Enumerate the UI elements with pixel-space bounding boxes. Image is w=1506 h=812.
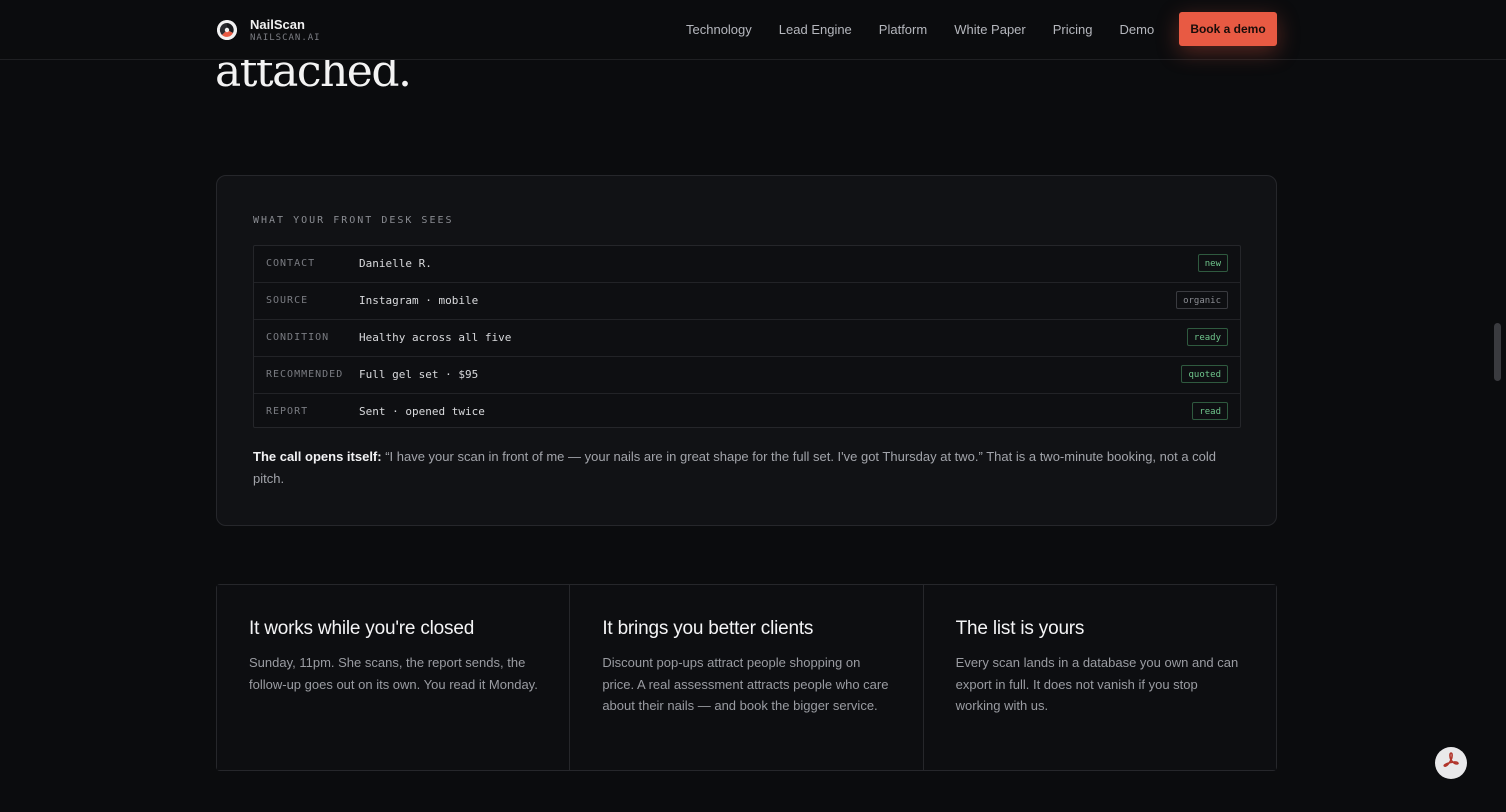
call-quote: The call opens itself: “I have your scan… xyxy=(253,446,1233,490)
pdf-button[interactable] xyxy=(1435,747,1467,779)
nav-link-lead-engine[interactable]: Lead Engine xyxy=(779,22,852,37)
feature-title: It works while you're closed xyxy=(249,618,475,639)
row-key: REPORT xyxy=(266,406,309,417)
nav-link-pricing[interactable]: Pricing xyxy=(1053,22,1093,37)
card-label: WHAT YOUR FRONT DESK SEES xyxy=(253,215,454,226)
row-key: CONDITION xyxy=(266,332,330,343)
front-desk-card: WHAT YOUR FRONT DESK SEES CONTACT Daniel… xyxy=(216,175,1277,526)
nav-link-demo[interactable]: Demo xyxy=(1120,22,1155,37)
nav-links: Technology Lead Engine Platform White Pa… xyxy=(686,22,1181,37)
status-badge: read xyxy=(1192,402,1228,420)
feature-body: Sunday, 11pm. She scans, the report send… xyxy=(249,655,538,692)
feature-card: The list is yours Every scan lands in a … xyxy=(923,585,1276,770)
table-row: RECOMMENDED Full gel set · $95 quoted xyxy=(254,357,1240,394)
feature-title: It brings you better clients xyxy=(602,618,814,639)
row-value: Sent · opened twice xyxy=(359,405,485,418)
status-badge: organic xyxy=(1176,291,1228,309)
brand-text: NailScan NAILSCAN.AI xyxy=(250,17,321,43)
feature-body: Discount pop-ups attract people shopping… xyxy=(602,655,889,713)
feature-body: Every scan lands in a database you own a… xyxy=(955,655,1239,713)
row-key: SOURCE xyxy=(266,295,309,306)
quote-lead: The call opens itself: xyxy=(253,449,382,464)
nav-link-technology[interactable]: Technology xyxy=(686,22,752,37)
feature-card: It works while you're closed Sunday, 11p… xyxy=(217,585,571,770)
table-row: CONDITION Healthy across all five ready xyxy=(254,320,1240,357)
nav-link-platform[interactable]: Platform xyxy=(879,22,927,37)
nav-link-white-paper[interactable]: White Paper xyxy=(954,22,1026,37)
scrollbar-thumb[interactable] xyxy=(1494,323,1501,381)
table-row: CONTACT Danielle R. new xyxy=(254,246,1240,283)
feature-card: It brings you better clients Discount po… xyxy=(570,585,924,770)
status-badge: new xyxy=(1197,254,1228,272)
book-demo-button[interactable]: Book a demo xyxy=(1179,12,1277,46)
status-badge: quoted xyxy=(1181,365,1228,383)
table-row: REPORT Sent · opened twice read xyxy=(254,394,1240,430)
brand-domain: NAILSCAN.AI xyxy=(250,33,321,43)
top-navbar: NailScan NAILSCAN.AI Technology Lead Eng… xyxy=(0,0,1506,60)
features-grid: It works while you're closed Sunday, 11p… xyxy=(216,584,1277,771)
nailscan-logo-icon xyxy=(217,20,237,40)
row-value: Healthy across all five xyxy=(359,331,512,344)
lead-table: CONTACT Danielle R. new SOURCE Instagram… xyxy=(253,245,1241,428)
brand-name: NailScan xyxy=(250,17,305,32)
pdf-icon xyxy=(1441,751,1461,776)
quote-text: “I have your scan in front of me — your … xyxy=(253,449,1217,486)
row-key: RECOMMENDED xyxy=(266,369,344,380)
row-key: CONTACT xyxy=(266,258,316,269)
row-value: Full gel set · $95 xyxy=(359,368,479,381)
status-badge: ready xyxy=(1186,328,1228,346)
brand[interactable]: NailScan NAILSCAN.AI xyxy=(217,17,321,43)
feature-title: The list is yours xyxy=(955,618,1085,639)
table-row: SOURCE Instagram · mobile organic xyxy=(254,283,1240,320)
row-value: Instagram · mobile xyxy=(359,294,479,307)
page-scrollbar[interactable] xyxy=(1492,0,1506,812)
row-value: Danielle R. xyxy=(359,257,432,270)
